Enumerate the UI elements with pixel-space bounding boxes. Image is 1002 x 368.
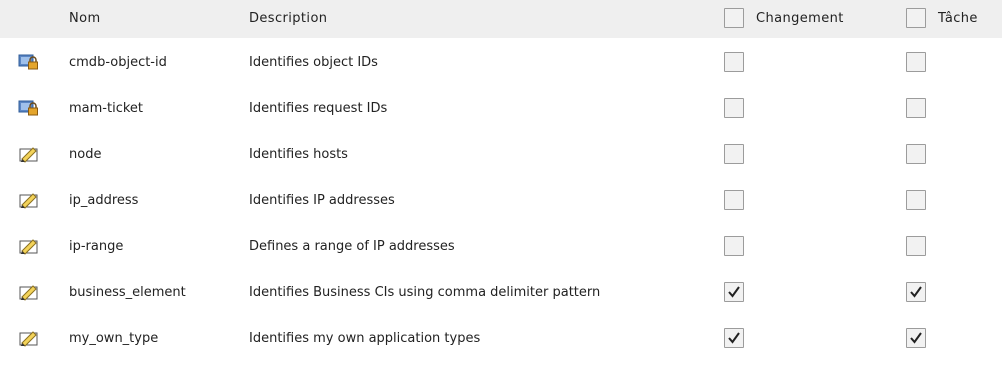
row-name: mam-ticket	[69, 100, 144, 116]
row-task-cell	[906, 131, 926, 177]
select-all-change-checkbox[interactable]	[724, 8, 744, 28]
table-row[interactable]: mam-ticket Identifies request IDs	[0, 85, 1002, 131]
row-change-cell	[724, 223, 744, 269]
pencil-icon	[18, 177, 40, 223]
row-description: Defines a range of IP addresses	[249, 238, 455, 254]
task-checkbox[interactable]	[906, 328, 926, 348]
table-row[interactable]: ip_address Identifies IP addresses	[0, 177, 1002, 223]
column-header-task-label: Tâche	[938, 10, 978, 26]
lock-icon	[18, 85, 40, 131]
row-name: cmdb-object-id	[69, 54, 167, 70]
row-change-cell	[724, 131, 744, 177]
row-change-cell	[724, 177, 744, 223]
row-change-cell	[724, 315, 744, 361]
column-header-change: Changement	[724, 0, 844, 36]
row-name: node	[69, 146, 102, 162]
task-checkbox[interactable]	[906, 190, 926, 210]
attribute-type-table: Nom Description Changement Tâche cmdb-ob…	[0, 0, 1002, 368]
row-name: my_own_type	[69, 330, 159, 346]
row-task-cell	[906, 269, 926, 315]
row-change-cell	[724, 39, 744, 85]
task-checkbox[interactable]	[906, 236, 926, 256]
table-row[interactable]: ip-range Defines a range of IP addresses	[0, 223, 1002, 269]
row-task-cell	[906, 39, 926, 85]
task-checkbox[interactable]	[906, 52, 926, 72]
table-header: Nom Description Changement Tâche	[0, 0, 1002, 38]
row-description: Identifies object IDs	[249, 54, 378, 70]
change-checkbox[interactable]	[724, 236, 744, 256]
column-header-name[interactable]: Nom	[69, 0, 101, 36]
table-row[interactable]: my_own_type Identifies my own application…	[0, 315, 1002, 361]
row-task-cell	[906, 177, 926, 223]
select-all-task-checkbox[interactable]	[906, 8, 926, 28]
lock-icon	[18, 39, 40, 85]
row-description: Identifies IP addresses	[249, 192, 395, 208]
row-task-cell	[906, 85, 926, 131]
row-description: Identifies hosts	[249, 146, 348, 162]
task-checkbox[interactable]	[906, 98, 926, 118]
task-checkbox[interactable]	[906, 282, 926, 302]
change-checkbox[interactable]	[724, 52, 744, 72]
row-name: business_element	[69, 284, 186, 300]
change-checkbox[interactable]	[724, 328, 744, 348]
row-change-cell	[724, 85, 744, 131]
column-header-change-label: Changement	[756, 10, 844, 26]
column-header-task: Tâche	[906, 0, 978, 36]
table-row[interactable]: node Identifies hosts	[0, 131, 1002, 177]
change-checkbox[interactable]	[724, 98, 744, 118]
change-checkbox[interactable]	[724, 190, 744, 210]
pencil-icon	[18, 223, 40, 269]
pencil-icon	[18, 269, 40, 315]
table-row[interactable]: cmdb-object-id Identifies object IDs	[0, 39, 1002, 85]
change-checkbox[interactable]	[724, 282, 744, 302]
row-name: ip-range	[69, 238, 124, 254]
pencil-icon	[18, 315, 40, 361]
column-header-description[interactable]: Description	[249, 0, 327, 36]
pencil-icon	[18, 131, 40, 177]
row-description: Identifies request IDs	[249, 100, 388, 116]
row-task-cell	[906, 223, 926, 269]
change-checkbox[interactable]	[724, 144, 744, 164]
row-description: Identifies Business CIs using comma deli…	[249, 284, 601, 300]
row-name: ip_address	[69, 192, 139, 208]
row-change-cell	[724, 269, 744, 315]
task-checkbox[interactable]	[906, 144, 926, 164]
row-task-cell	[906, 315, 926, 361]
row-description: Identifies my own application types	[249, 330, 481, 346]
table-row[interactable]: business_element Identifies Business CIs …	[0, 269, 1002, 315]
